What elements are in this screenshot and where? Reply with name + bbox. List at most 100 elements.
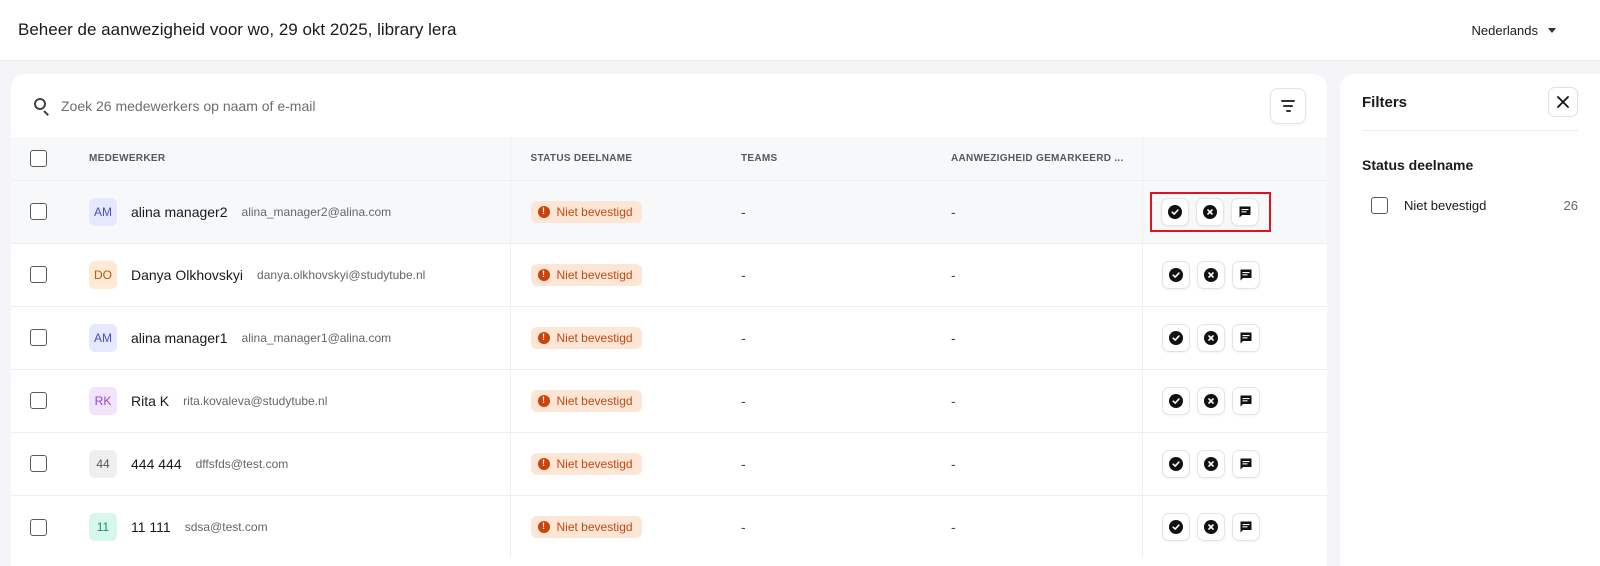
mark-absent-button[interactable]: [1196, 323, 1225, 352]
row-checkbox[interactable]: [30, 455, 47, 473]
actions-cell: [1142, 495, 1327, 558]
teams-value: -: [741, 518, 746, 535]
status-badge: ! Niet bevestigd: [530, 515, 642, 538]
table-body: AM alina manager2 alina_manager2@alina.c…: [11, 180, 1327, 558]
mark-absent-button[interactable]: [1196, 386, 1225, 415]
filter-option[interactable]: Niet bevestigd 26: [1362, 197, 1578, 214]
teams-value: -: [741, 266, 746, 283]
avatar: RK: [89, 386, 117, 415]
add-comment-button[interactable]: [1231, 512, 1260, 541]
row-checkbox[interactable]: [30, 518, 47, 536]
header-teams[interactable]: TEAMS: [721, 137, 931, 180]
search-input[interactable]: [61, 97, 661, 114]
add-comment-button[interactable]: [1231, 323, 1260, 352]
mark-present-button[interactable]: [1160, 197, 1189, 226]
top-bar: Beheer de aanwezigheid voor wo, 29 okt 2…: [0, 0, 1600, 61]
close-icon: [1557, 96, 1569, 108]
alert-icon: !: [537, 520, 550, 533]
status-label: Niet bevestigd: [556, 204, 633, 219]
table-row[interactable]: DO Danya Olkhovskyi danya.olkhovskyi@stu…: [11, 243, 1327, 306]
status-label: Niet bevestigd: [556, 330, 633, 345]
alert-icon: !: [537, 457, 550, 470]
header-attendance-marked[interactable]: AANWEZIGHEID GEMARKEERD ...: [931, 137, 1143, 180]
message-icon: [1239, 520, 1253, 534]
caret-down-icon: [1548, 27, 1556, 33]
status-badge: ! Niet bevestigd: [530, 263, 642, 286]
actions-cell: [1142, 306, 1327, 369]
teams-value: -: [741, 392, 746, 409]
table-row[interactable]: 44 444 444 dffsfds@test.com ! Niet beves…: [11, 432, 1327, 495]
teams-cell: -: [721, 306, 931, 369]
select-all-checkbox[interactable]: [30, 149, 47, 167]
page-title: Beheer de aanwezigheid voor wo, 29 okt 2…: [18, 20, 457, 39]
row-select-cell: [11, 243, 71, 306]
status-label: Niet bevestigd: [556, 393, 633, 408]
avatar: AM: [89, 197, 117, 226]
employee-name: alina manager1: [131, 329, 228, 346]
employee-cell: DO Danya Olkhovskyi danya.olkhovskyi@stu…: [71, 243, 511, 306]
attendance-marked-cell: -: [931, 243, 1143, 306]
add-comment-button[interactable]: [1230, 197, 1259, 226]
teams-cell: -: [721, 432, 931, 495]
check-circle-icon: [1168, 330, 1183, 345]
avatar: AM: [89, 323, 117, 352]
employee-name: alina manager2: [131, 203, 228, 220]
table-row[interactable]: RK Rita K rita.kovaleva@studytube.nl ! N…: [11, 369, 1327, 432]
mark-present-button[interactable]: [1161, 512, 1190, 541]
row-checkbox[interactable]: [30, 203, 47, 221]
attendance-marked-value: -: [951, 392, 956, 409]
language-label: Nederlands: [1471, 22, 1539, 38]
check-circle-icon: [1167, 204, 1182, 219]
mark-absent-button[interactable]: [1196, 449, 1225, 478]
attendance-marked-cell: -: [931, 495, 1143, 558]
row-checkbox[interactable]: [30, 329, 47, 347]
mark-absent-button[interactable]: [1196, 512, 1225, 541]
employee-cell: 11 11 111 sdsa@test.com: [71, 495, 511, 558]
x-circle-icon: [1203, 456, 1218, 471]
mark-absent-button[interactable]: [1195, 197, 1224, 226]
filter-option-count: 26: [1563, 198, 1578, 213]
row-checkbox[interactable]: [30, 392, 47, 410]
filter-option-checkbox[interactable]: [1371, 197, 1388, 214]
message-icon: [1238, 205, 1252, 219]
filter-toggle-button[interactable]: [1270, 88, 1306, 124]
mark-present-button[interactable]: [1161, 260, 1190, 289]
table-row[interactable]: AM alina manager2 alina_manager2@alina.c…: [11, 180, 1327, 243]
row-actions: [1149, 191, 1271, 232]
mark-present-button[interactable]: [1161, 449, 1190, 478]
language-selector[interactable]: Nederlands: [1471, 22, 1556, 38]
add-comment-button[interactable]: [1231, 260, 1260, 289]
employee-name: Rita K: [131, 392, 170, 409]
alert-icon: !: [537, 331, 550, 344]
header-status[interactable]: STATUS DEELNAME: [510, 137, 721, 180]
close-filters-button[interactable]: [1548, 87, 1578, 117]
alert-icon: !: [537, 268, 550, 281]
employee-name: Danya Olkhovskyi: [131, 266, 244, 283]
status-label: Niet bevestigd: [556, 456, 633, 471]
teams-cell: -: [721, 495, 931, 558]
x-circle-icon: [1202, 204, 1217, 219]
employee-email: danya.olkhovskyi@studytube.nl: [257, 267, 426, 282]
header-employee[interactable]: MEDEWERKER: [71, 137, 511, 180]
employee-cell: RK Rita K rita.kovaleva@studytube.nl: [71, 369, 511, 432]
filters-header: Filters: [1362, 74, 1578, 131]
row-checkbox[interactable]: [30, 266, 47, 284]
filters-title: Filters: [1362, 93, 1408, 111]
check-circle-icon: [1168, 267, 1183, 282]
mark-absent-button[interactable]: [1196, 260, 1225, 289]
add-comment-button[interactable]: [1231, 386, 1260, 415]
add-comment-button[interactable]: [1231, 449, 1260, 478]
check-circle-icon: [1168, 519, 1183, 534]
mark-present-button[interactable]: [1161, 386, 1190, 415]
search-bar: [11, 74, 1327, 137]
row-select-cell: [11, 495, 71, 558]
status-badge: ! Niet bevestigd: [530, 326, 642, 349]
employee-email: dffsfds@test.com: [195, 456, 289, 471]
row-select-cell: [11, 180, 71, 243]
search-icon: [33, 97, 51, 116]
table-row[interactable]: AM alina manager1 alina_manager1@alina.c…: [11, 306, 1327, 369]
employee-name: 444 444: [131, 455, 182, 472]
mark-present-button[interactable]: [1161, 323, 1190, 352]
attendance-marked-value: -: [951, 455, 956, 472]
table-row[interactable]: 11 11 111 sdsa@test.com ! Niet bevestigd…: [11, 495, 1327, 558]
